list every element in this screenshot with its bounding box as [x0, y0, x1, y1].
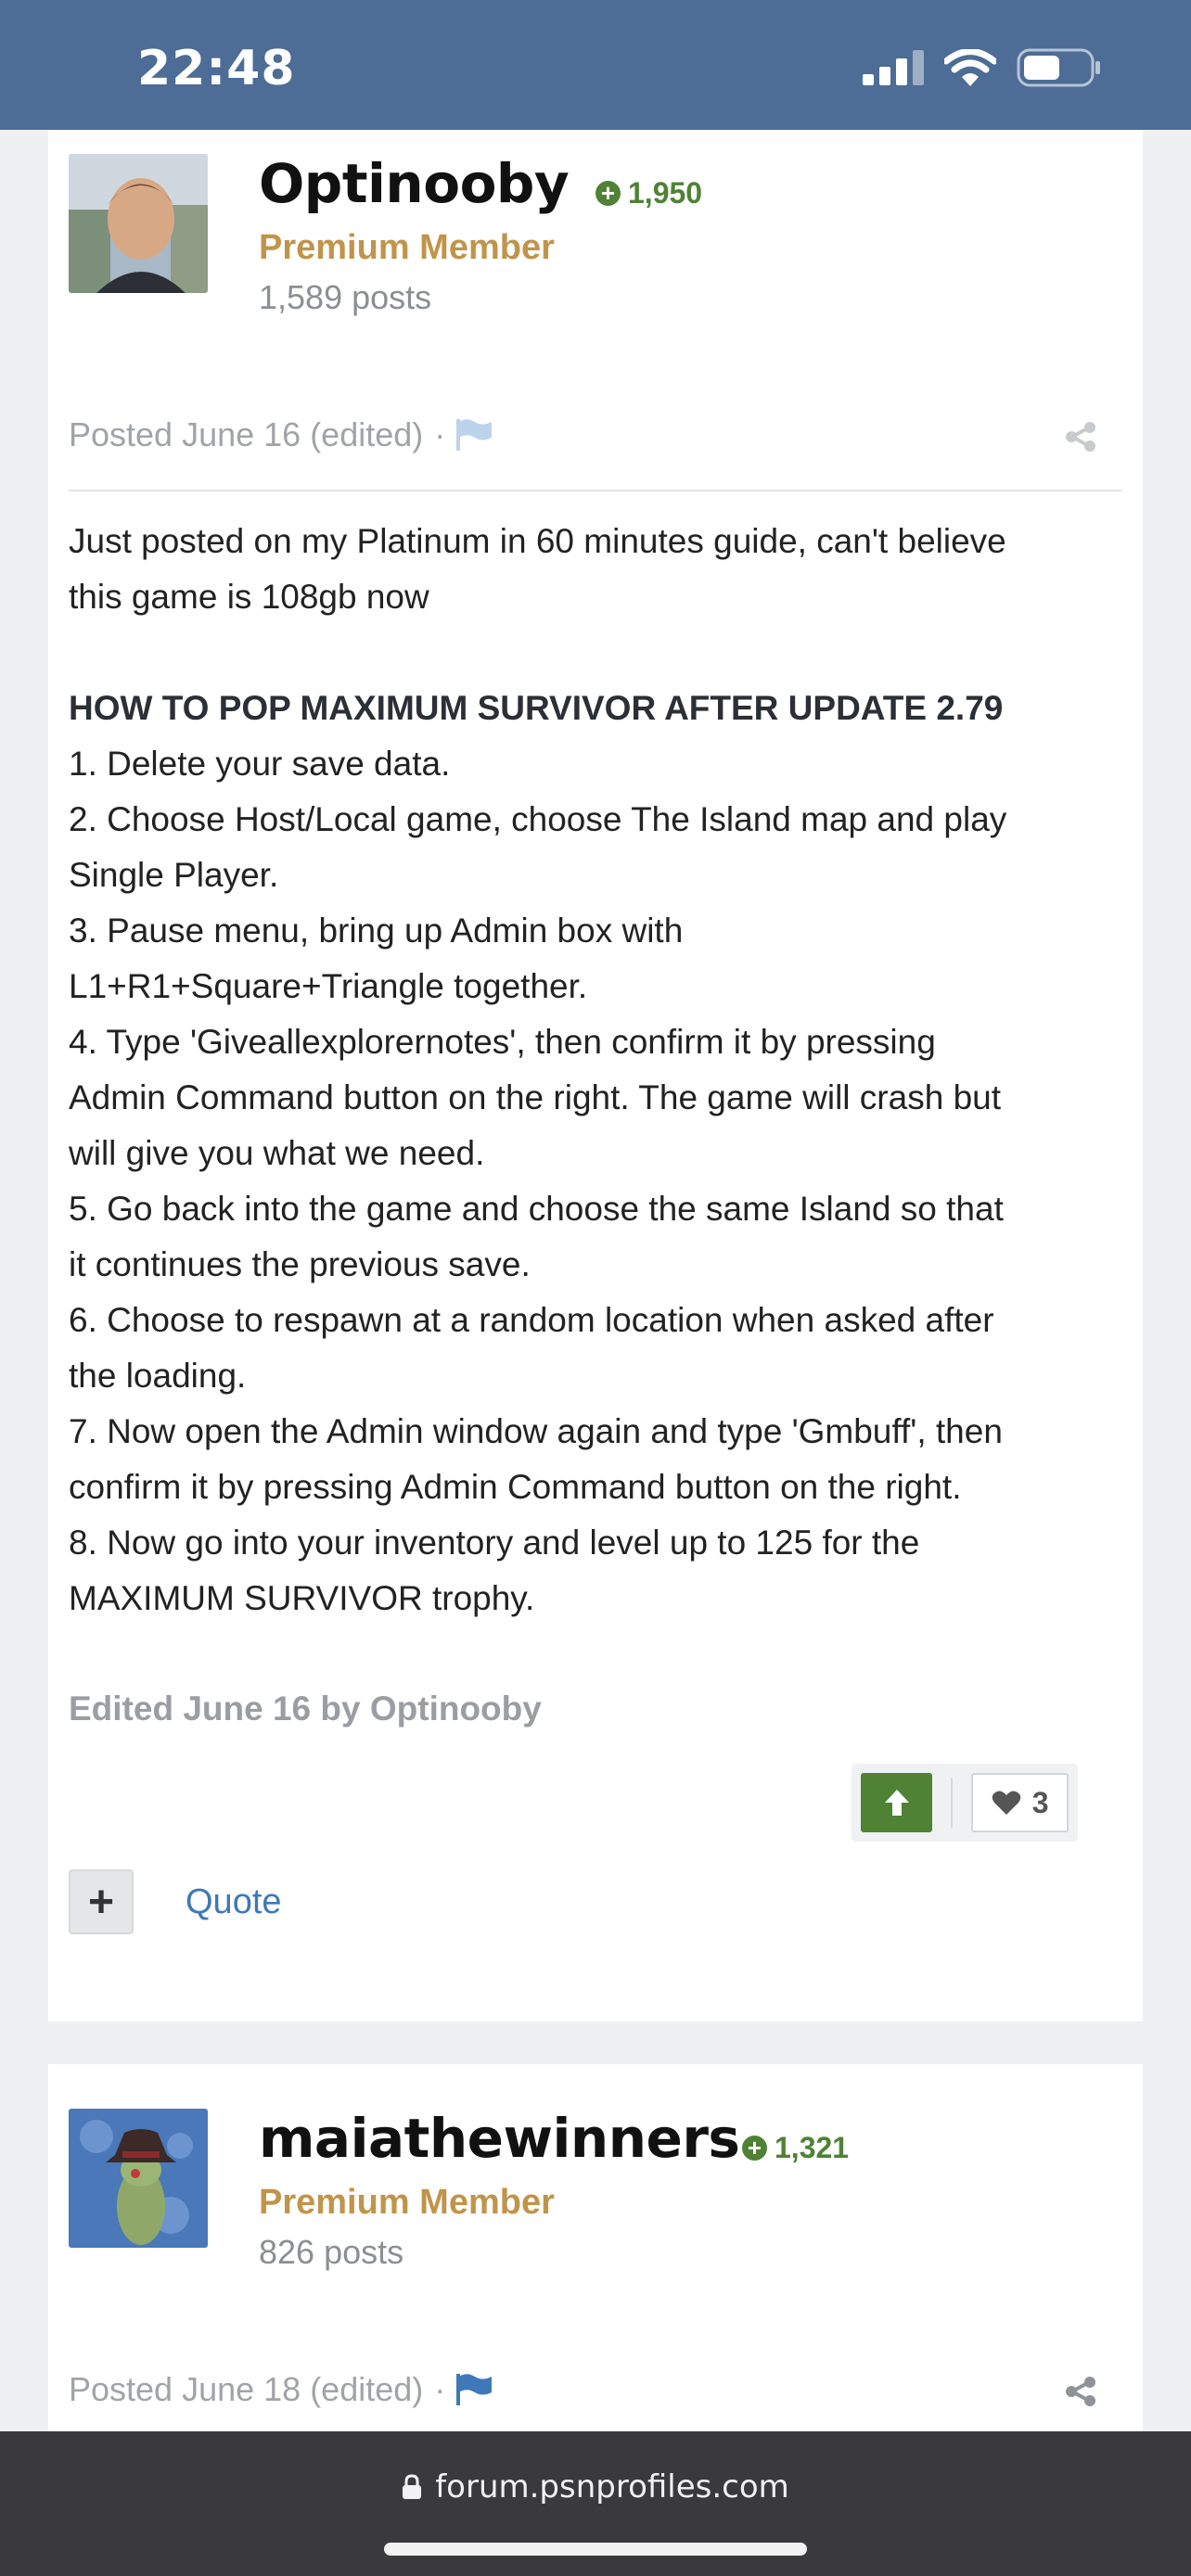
post-body: Just posted on my Platinum in 60 minutes…: [69, 514, 1108, 1626]
reputation-value: 1,321: [775, 2131, 850, 2164]
edited-note: Edited June 16 by Optinooby: [69, 1690, 542, 1728]
step-line: 1. Delete your save data.: [69, 745, 451, 783]
post-text-line: Just posted on my Platinum in 60 minutes…: [69, 522, 1006, 560]
step-line: 3. Pause menu, bring up Admin box with: [69, 912, 684, 950]
meta-separator: ·: [434, 415, 446, 453]
step-line: 8. Now go into your inventory and level …: [69, 1524, 920, 1562]
lock-icon: [403, 2474, 422, 2499]
home-indicator[interactable]: [384, 2543, 807, 2556]
status-time: 22:48: [137, 41, 296, 96]
step-line: L1+R1+Square+Triangle together.: [69, 967, 588, 1005]
author-name[interactable]: maiathewinners: [259, 2107, 740, 2170]
url-text[interactable]: forum.psnprofiles.com: [435, 2468, 789, 2506]
browser-url-bar[interactable]: forum.psnprofiles.com: [0, 2431, 1191, 2576]
status-bar: 22:48: [0, 0, 1191, 130]
post-divider: [69, 490, 1122, 491]
avatar[interactable]: [69, 2109, 208, 2248]
report-flag-icon[interactable]: [456, 419, 493, 451]
step-line: will give you what we need.: [69, 1134, 485, 1172]
member-title: Premium Member: [259, 2183, 555, 2222]
author-name[interactable]: Optinooby: [259, 152, 570, 215]
post-text-line: this game is 108gb now: [69, 578, 429, 616]
reputation-plus-icon: +: [742, 2136, 767, 2161]
step-line: 7. Now open the Admin window again and t…: [69, 1412, 1003, 1450]
like-count: 3: [1031, 1785, 1049, 1819]
url-row[interactable]: forum.psnprofiles.com: [0, 2468, 1191, 2506]
cellular-signal-icon: [863, 50, 924, 85]
step-line: 6. Choose to respawn at a random locatio…: [69, 1301, 994, 1339]
step-line: 2. Choose Host/Local game, choose The Is…: [69, 800, 1007, 838]
step-line: the loading.: [69, 1357, 247, 1395]
step-line: MAXIMUM SURVIVOR trophy.: [69, 1579, 535, 1617]
step-line: 5. Go back into the game and choose the …: [69, 1190, 1004, 1228]
post-card: Optinooby + 1,950 Premium Member 1,589 p…: [48, 130, 1143, 2021]
multiquote-button[interactable]: +: [69, 1869, 134, 1934]
reaction-separator: [951, 1778, 954, 1828]
reputation-value: 1,950: [628, 176, 703, 210]
step-line: confirm it by pressing Admin Command but…: [69, 1468, 962, 1506]
reputation-plus-icon: +: [596, 181, 621, 206]
post-heading: HOW TO POP MAXIMUM SURVIVOR AFTER UPDATE…: [69, 689, 1004, 727]
post-meta: Posted June 18 (edited) ·: [69, 2370, 493, 2409]
quote-link[interactable]: Quote: [186, 1882, 282, 1922]
post-meta: Posted June 16 (edited) ·: [69, 415, 493, 454]
posted-date: Posted June 16 (edited): [69, 415, 424, 453]
reaction-box: 3: [852, 1764, 1078, 1842]
reputation-badge: + 1,321: [742, 2131, 849, 2165]
step-line: Admin Command button on the right. The g…: [69, 1078, 1001, 1116]
report-flag-icon[interactable]: [456, 2374, 493, 2405]
wifi-icon: [944, 49, 996, 86]
share-icon[interactable]: [1065, 2376, 1096, 2407]
step-line: it continues the previous save.: [69, 1245, 531, 1283]
status-icons: [863, 48, 1102, 87]
member-title: Premium Member: [259, 228, 555, 267]
post-count: 1,589 posts: [259, 278, 432, 316]
upvote-arrow-icon: [884, 1790, 909, 1816]
posted-date: Posted June 18 (edited): [69, 2370, 424, 2408]
post-count: 826 posts: [259, 2233, 404, 2271]
avatar[interactable]: [69, 154, 208, 293]
share-icon[interactable]: [1065, 421, 1096, 453]
step-line: 4. Type 'Giveallexplorernotes', then con…: [69, 1023, 936, 1061]
step-line: Single Player.: [69, 856, 279, 894]
reputation-badge: + 1,950: [596, 176, 702, 210]
upvote-button[interactable]: [861, 1773, 933, 1832]
meta-separator: ·: [434, 2370, 446, 2408]
like-button[interactable]: 3: [971, 1773, 1069, 1832]
post-card: maiathewinners + 1,321 Premium Member 82…: [48, 2064, 1143, 2435]
battery-icon: [1017, 48, 1100, 87]
heart-icon: [992, 1791, 1021, 1815]
